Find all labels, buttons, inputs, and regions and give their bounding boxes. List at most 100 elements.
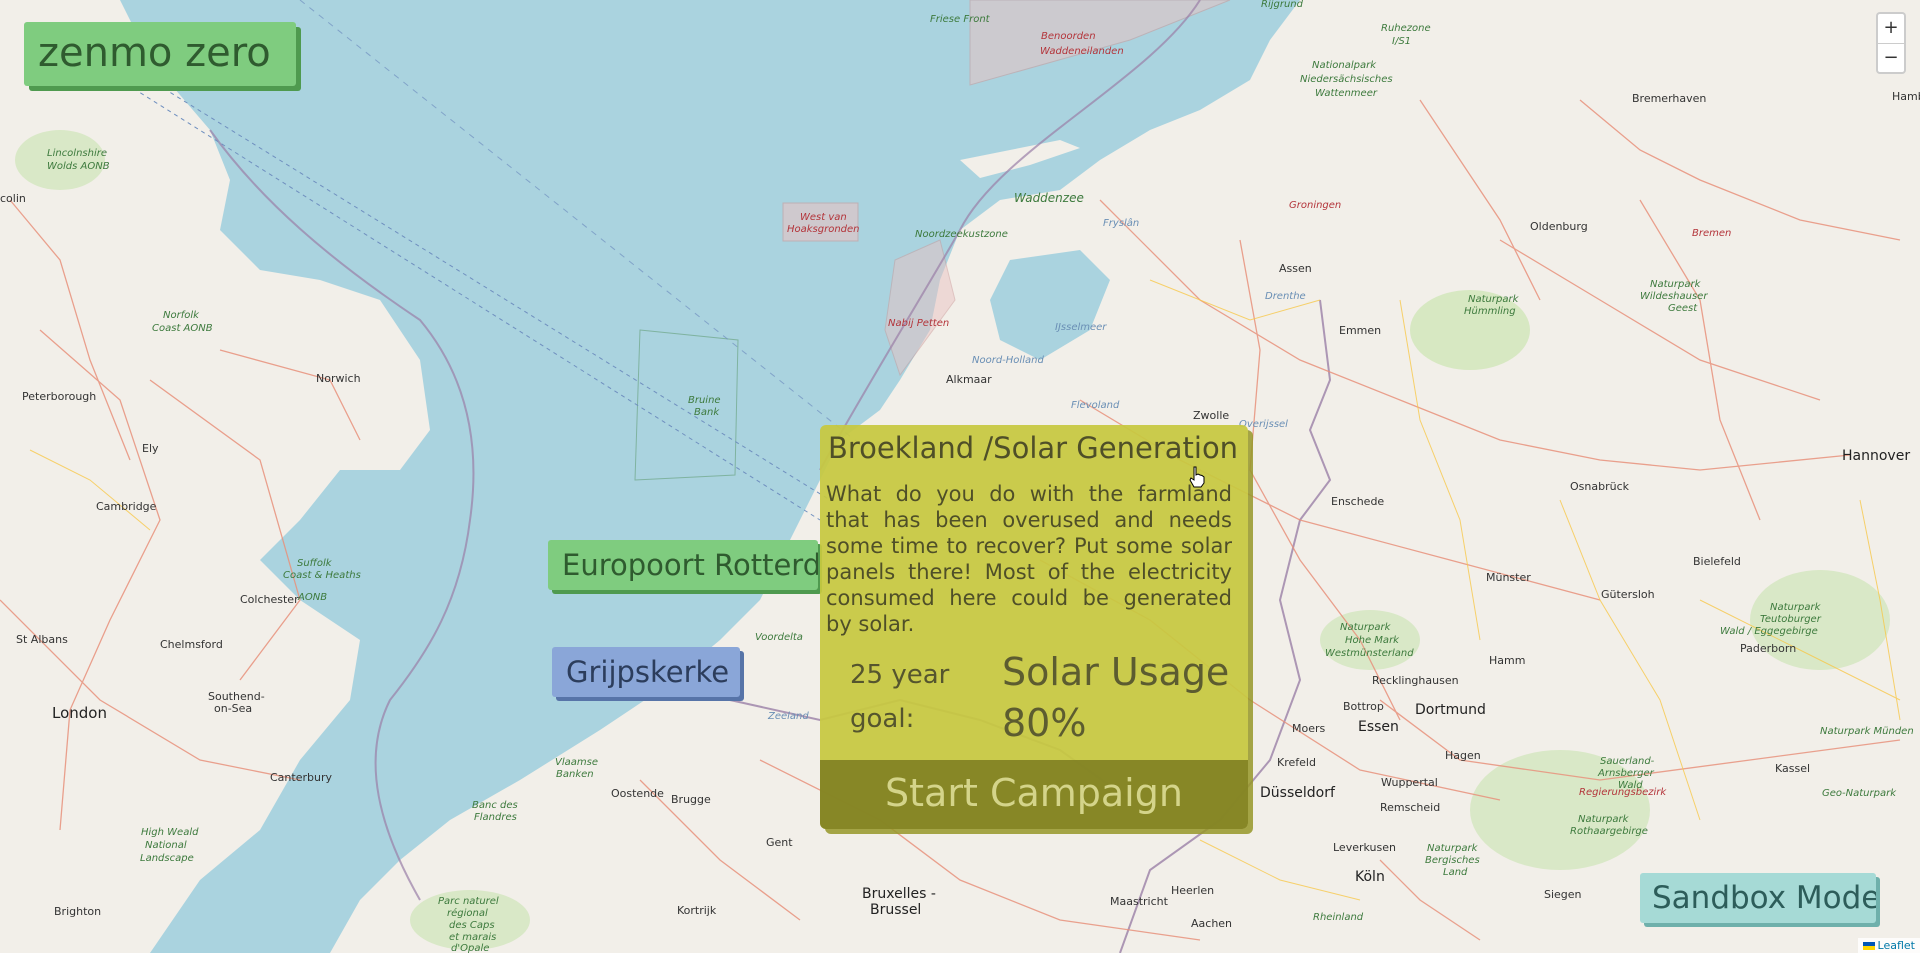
map-label: régional [447, 907, 488, 919]
map-label: Landscape [140, 853, 194, 864]
map-label: Wald [1618, 780, 1643, 791]
map-label: Colchester [240, 593, 299, 606]
map-attribution[interactable]: Leaflet [1857, 938, 1920, 953]
map-label: Teutoburger [1760, 614, 1822, 625]
map-label: Geest [1668, 303, 1698, 314]
zoom-out-button[interactable]: − [1878, 44, 1904, 73]
map-label: Zwolle [1193, 409, 1229, 422]
campaign-popup[interactable]: Broekland /Solar Generation What do you … [820, 425, 1248, 829]
map-label: High Weald [141, 827, 199, 838]
map-label: Canterbury [270, 771, 332, 784]
map-label: Oostende [611, 787, 664, 800]
map-label: Waddeneilanden [1040, 46, 1124, 57]
map-label: Groningen [1289, 200, 1341, 211]
map-label: Münster [1486, 571, 1531, 584]
map-label: Leverkusen [1333, 841, 1396, 854]
app-logo-button[interactable]: zenmo zero [24, 22, 296, 86]
map-label: Maastricht [1110, 895, 1169, 908]
map-label: Norfolk [163, 310, 200, 321]
map-label: Krefeld [1277, 756, 1316, 769]
map-label: Land [1443, 867, 1468, 878]
start-campaign-button[interactable]: Start Campaign [820, 760, 1248, 829]
popup-description: What do you do with the farmland that ha… [826, 482, 1232, 636]
map-label: Hagen [1445, 749, 1481, 762]
popup-title: Broekland /Solar Generation [828, 431, 1239, 465]
map-label: London [52, 704, 107, 722]
map-label: National [145, 840, 187, 851]
map-label: Nationalpark [1312, 60, 1377, 71]
map-label: Westmünsterland [1325, 648, 1414, 659]
map-label: Drenthe [1265, 291, 1306, 302]
sandbox-mode-button[interactable]: Sandbox Mode [1640, 873, 1876, 923]
map-label: Flevoland [1071, 400, 1120, 411]
marker-europoort-rotterdam[interactable]: Europoort Rotterdam [548, 540, 818, 590]
map-label: Paderborn [1740, 642, 1796, 655]
map-label: Naturpark [1340, 622, 1392, 633]
attribution-link[interactable]: Leaflet [1878, 939, 1915, 952]
map-label: Assen [1279, 262, 1312, 275]
marker-grijpskerke[interactable]: Grijpskerke [552, 647, 740, 697]
map-label: Wuppertal [1381, 776, 1438, 789]
map-label: AONB [297, 592, 327, 603]
map-label: Benoorden [1041, 31, 1096, 42]
map-label: Coast AONB [152, 323, 213, 334]
map-label: Zeeland [767, 711, 809, 722]
map-label: Noordzeekustzone [915, 229, 1008, 240]
map-label: Hamm [1489, 654, 1525, 667]
map-label: Hoaksgronden [787, 224, 860, 235]
map-label: on-Sea [214, 702, 252, 715]
ukraine-flag-icon [1862, 942, 1875, 950]
zoom-in-button[interactable]: + [1878, 14, 1904, 44]
map-label: Brussel [870, 902, 921, 918]
map-label: Essen [1358, 719, 1399, 735]
map-label: Flandres [474, 812, 517, 823]
map-label: Wildeshauser [1640, 291, 1708, 302]
map-label: West van [800, 212, 847, 223]
map-label: Kassel [1775, 762, 1810, 775]
map-label: Bremen [1692, 228, 1731, 239]
map-label: Wald / Eggegebirge [1720, 626, 1818, 637]
map-label: Rijgrund [1261, 0, 1304, 10]
map-label: Banken [556, 769, 594, 780]
map-label: Arnsberger [1597, 768, 1655, 779]
map-label: Parc naturel [438, 896, 499, 907]
map-label: I/S1 [1392, 36, 1411, 47]
map-label: des Caps [449, 920, 495, 931]
map-label: Brighton [54, 905, 101, 918]
map-label: Emmen [1339, 324, 1381, 337]
map-label: Wolds AONB [47, 161, 110, 172]
map-label: Chelmsford [160, 638, 223, 651]
map-label: Naturpark [1578, 814, 1630, 825]
map-label: Suffolk [297, 558, 333, 569]
goal-metric: Solar Usage [1002, 650, 1230, 694]
map-label: Vlaamse [555, 757, 598, 768]
map-label: Ely [142, 442, 159, 455]
map-label: Düsseldorf [1260, 785, 1336, 801]
zoom-control: + − [1876, 12, 1906, 74]
map-label: Bank [694, 407, 720, 418]
map-label: Cambridge [96, 500, 157, 513]
goal-label: 25 year goal: [850, 660, 950, 734]
map-label: Banc des [472, 800, 518, 811]
map-label: Osnabrück [1570, 480, 1630, 493]
map-label: Hümmling [1464, 306, 1516, 317]
map-label: Hannover [1842, 448, 1910, 464]
map-label: d'Opale [451, 943, 489, 953]
map-label: Fryslân [1103, 217, 1139, 229]
map-label: Bruine [688, 395, 721, 406]
map-label: Bielefeld [1693, 555, 1741, 568]
map-label: Wattenmeer [1315, 88, 1378, 99]
map-label: Coast & Heaths [283, 570, 361, 581]
map-label: Recklinghausen [1372, 674, 1459, 687]
map-label: Aachen [1191, 917, 1232, 930]
map-label: Ruhezone [1381, 23, 1431, 34]
map-label: Brugge [671, 793, 711, 806]
map-label: Waddenzee [1014, 191, 1084, 205]
map-label: Rheinland [1313, 912, 1364, 923]
map-label: Oldenburg [1530, 220, 1588, 233]
map-label: Naturpark [1427, 843, 1479, 854]
map-label: Nabij Petten [888, 318, 949, 329]
map-label: Bremerhaven [1632, 92, 1706, 105]
map-label: Bergisches [1425, 855, 1480, 866]
map-label: Norwich [316, 372, 361, 385]
